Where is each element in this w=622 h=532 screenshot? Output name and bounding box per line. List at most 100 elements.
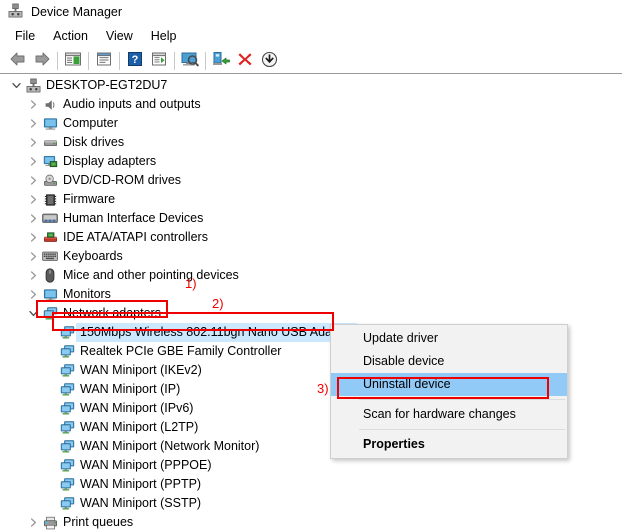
- toolbar-properties-button[interactable]: [92, 50, 116, 72]
- enable-device-icon: [212, 51, 230, 71]
- toolbar-scan-hardware-button[interactable]: [178, 50, 202, 72]
- tree-item-label: IDE ATA/ATAPI controllers: [63, 230, 208, 244]
- tree-item-label: WAN Miniport (SSTP): [80, 496, 202, 510]
- menu-help[interactable]: Help: [142, 27, 186, 45]
- toolbar-separator: [174, 51, 175, 70]
- ctx-update-driver[interactable]: Update driver: [331, 327, 567, 350]
- chevron-placeholder: [42, 342, 58, 361]
- ctx-scan-hardware-changes[interactable]: Scan for hardware changes: [331, 403, 567, 426]
- help-icon: ?: [127, 51, 143, 70]
- chevron-right-icon[interactable]: [25, 95, 41, 114]
- device-manager-icon: [8, 3, 23, 21]
- tree-row-wan-miniport-sstp[interactable]: WAN Miniport (SSTP): [0, 494, 622, 513]
- chevron-placeholder: [42, 361, 58, 380]
- tree-row-display-adapters[interactable]: Display adapters: [0, 152, 622, 171]
- tree-row-human-interface-devices[interactable]: Human Interface Devices: [0, 209, 622, 228]
- chevron-right-icon[interactable]: [25, 228, 41, 247]
- menu-file[interactable]: File: [6, 27, 44, 45]
- tree-row-firmware[interactable]: Firmware: [0, 190, 622, 209]
- tree-item-label: WAN Miniport (PPTP): [80, 477, 202, 491]
- device-tree-pane[interactable]: DESKTOP-EGT2DU7 Audio inputs and outputs…: [0, 76, 622, 532]
- ctx-uninstall-device[interactable]: Uninstall device: [331, 373, 567, 396]
- tree-children-container: Audio inputs and outputs Computer Disk dri…: [0, 95, 622, 532]
- toolbar-forward-button[interactable]: [30, 50, 54, 72]
- chevron-right-icon[interactable]: [25, 171, 41, 190]
- network-adapter-icon: [58, 456, 76, 475]
- network-adapter-icon: [58, 494, 76, 513]
- chevron-down-icon[interactable]: [8, 76, 24, 95]
- ide-controller-icon: [41, 228, 59, 247]
- tree-row-audio-inputs-and-outputs[interactable]: Audio inputs and outputs: [0, 95, 622, 114]
- keyboard-icon: [41, 247, 59, 266]
- chevron-right-icon[interactable]: [25, 266, 41, 285]
- tree-item-label: Mice and other pointing devices: [63, 268, 239, 282]
- forward-arrow-icon: [33, 51, 51, 70]
- tree-row-network-adapters[interactable]: Network adapters: [0, 304, 622, 323]
- toolbar-update-driver-button[interactable]: [147, 50, 171, 72]
- tree-item-label: WAN Miniport (PPPOE): [80, 458, 212, 472]
- update-driver-icon: [150, 51, 168, 70]
- printer-icon: [41, 513, 59, 532]
- network-adapter-icon: [41, 304, 59, 323]
- mouse-icon: [41, 266, 59, 285]
- scan-hardware-changes-icon: [180, 51, 200, 71]
- tree-row-dvd-cd-rom-drives[interactable]: DVD/CD-ROM drives: [0, 171, 622, 190]
- network-adapter-icon: [58, 399, 76, 418]
- tree-item-label: 150Mbps Wireless 802.11bgn Nano USB Adap…: [76, 323, 357, 342]
- tree-row-mice-and-other-pointing-devices[interactable]: Mice and other pointing devices: [0, 266, 622, 285]
- chevron-down-icon[interactable]: [25, 304, 41, 323]
- tree-item-label: WAN Miniport (L2TP): [80, 420, 199, 434]
- firmware-chip-icon: [41, 190, 59, 209]
- context-menu[interactable]: Update driver Disable device Uninstall d…: [330, 324, 568, 459]
- tree-item-label: DVD/CD-ROM drives: [63, 173, 182, 187]
- context-menu-separator: [359, 399, 565, 400]
- menu-bar: File Action View Help: [0, 24, 622, 48]
- hid-icon: [41, 209, 59, 228]
- menu-action[interactable]: Action: [44, 27, 97, 45]
- tree-item-label: WAN Miniport (IP): [80, 382, 181, 396]
- monitor-icon: [41, 285, 59, 304]
- toolbar-download-button[interactable]: [257, 50, 281, 72]
- tree-row-root[interactable]: DESKTOP-EGT2DU7: [0, 76, 622, 95]
- chevron-right-icon[interactable]: [25, 114, 41, 133]
- tree-row-monitors[interactable]: Monitors: [0, 285, 622, 304]
- toolbar-console-tree-button[interactable]: [61, 50, 85, 72]
- tree-row-disk-drives[interactable]: Disk drives: [0, 133, 622, 152]
- chevron-placeholder: [42, 494, 58, 513]
- tree-item-label: Disk drives: [63, 135, 125, 149]
- toolbar-separator: [88, 51, 89, 70]
- toolbar-uninstall-device-button[interactable]: [233, 50, 257, 72]
- disk-drive-icon: [41, 133, 59, 152]
- uninstall-device-icon: [237, 51, 253, 70]
- toolbar: ?: [0, 48, 622, 74]
- toolbar-back-button[interactable]: [6, 50, 30, 72]
- title-bar: Device Manager: [0, 0, 622, 24]
- network-adapter-icon: [58, 437, 76, 456]
- ctx-disable-device[interactable]: Disable device: [331, 350, 567, 373]
- ctx-properties[interactable]: Properties: [331, 433, 567, 456]
- chevron-right-icon[interactable]: [25, 285, 41, 304]
- chevron-right-icon[interactable]: [25, 133, 41, 152]
- chevron-right-icon[interactable]: [25, 247, 41, 266]
- chevron-right-icon[interactable]: [25, 209, 41, 228]
- chevron-right-icon[interactable]: [25, 190, 41, 209]
- toolbar-help-button[interactable]: ?: [123, 50, 147, 72]
- tree-row-computer[interactable]: Computer: [0, 114, 622, 133]
- tree-item-label: Firmware: [63, 192, 116, 206]
- network-adapter-icon: [58, 475, 76, 494]
- tree-row-keyboards[interactable]: Keyboards: [0, 247, 622, 266]
- chevron-right-icon[interactable]: [25, 152, 41, 171]
- monitor-icon: [41, 114, 59, 133]
- network-adapter-icon: [58, 323, 76, 342]
- chevron-right-icon[interactable]: [25, 513, 41, 532]
- tree-row-print-queues[interactable]: Print queues: [0, 513, 622, 532]
- chevron-placeholder: [42, 456, 58, 475]
- tree-row-wan-miniport-pptp[interactable]: WAN Miniport (PPTP): [0, 475, 622, 494]
- toolbar-enable-device-button[interactable]: [209, 50, 233, 72]
- tree-row-ide-ata-atapi-controllers[interactable]: IDE ATA/ATAPI controllers: [0, 228, 622, 247]
- chevron-placeholder: [42, 380, 58, 399]
- menu-view[interactable]: View: [97, 27, 142, 45]
- context-menu-separator: [359, 429, 565, 430]
- show-hide-console-tree-icon: [64, 51, 82, 70]
- chevron-placeholder: [42, 399, 58, 418]
